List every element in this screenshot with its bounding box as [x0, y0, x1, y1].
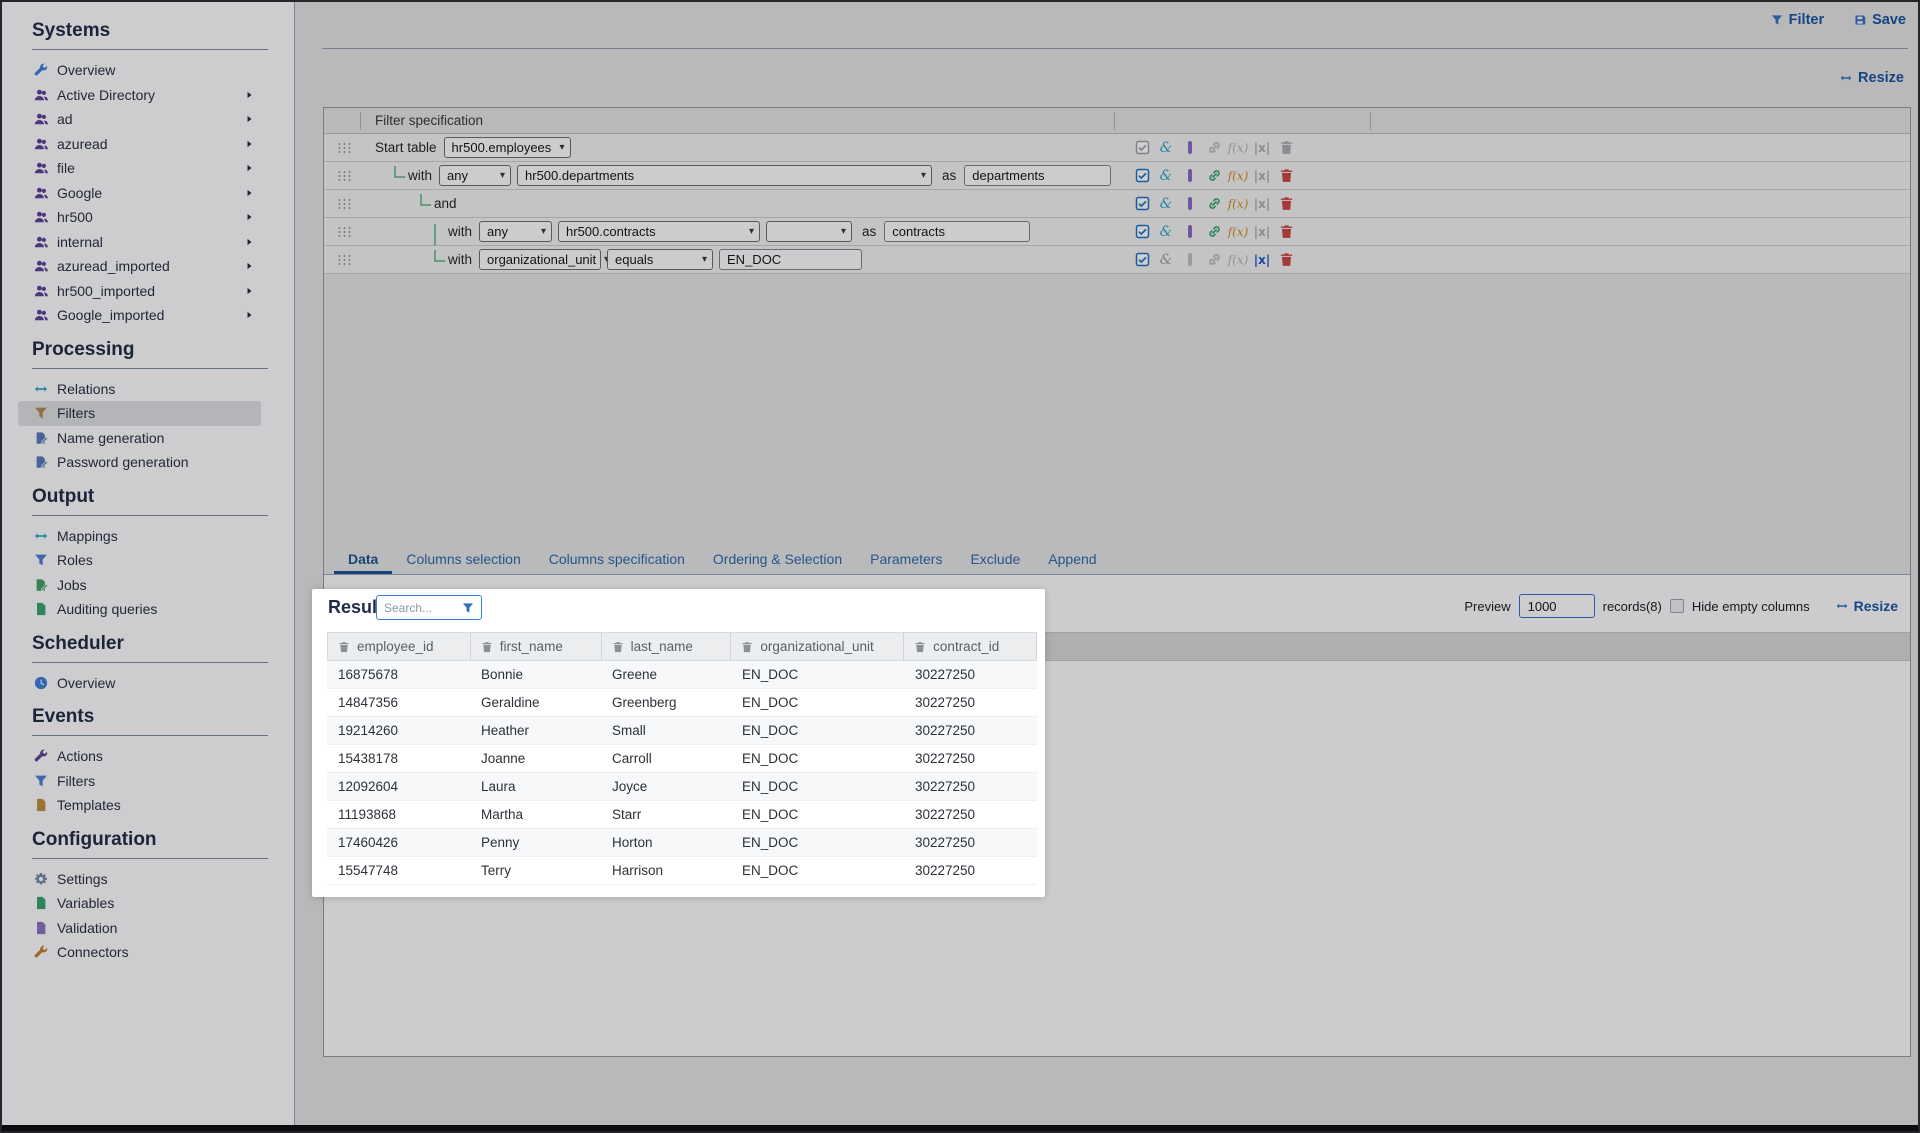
table-cell: 16875678	[327, 667, 470, 682]
table-cell: 30227250	[904, 779, 1037, 794]
result-table: employee_id first_name last_name organizati…	[327, 632, 1037, 885]
table-cell: 30227250	[904, 835, 1037, 850]
table-cell: Martha	[470, 807, 601, 822]
remove-column-icon[interactable]	[481, 641, 493, 653]
search-placeholder: Search...	[384, 601, 432, 615]
remove-column-icon[interactable]	[914, 641, 926, 653]
table-cell: Greene	[601, 667, 731, 682]
table-row[interactable]: 19214260HeatherSmallEN_DOC30227250	[327, 717, 1037, 745]
table-cell: 14847356	[327, 695, 470, 710]
table-cell: 15547748	[327, 863, 470, 878]
result-title: Result	[328, 597, 383, 618]
table-cell: Carroll	[601, 751, 731, 766]
column-header-label: last_name	[631, 639, 693, 654]
column-header-last_name[interactable]: last_name	[602, 633, 732, 660]
table-cell: Small	[601, 723, 731, 738]
result-table-header: employee_id first_name last_name organizati…	[327, 632, 1037, 661]
remove-column-icon[interactable]	[612, 641, 624, 653]
table-cell: Harrison	[601, 863, 731, 878]
table-cell: Joyce	[601, 779, 731, 794]
table-cell: EN_DOC	[731, 835, 904, 850]
search-funnel-icon[interactable]	[462, 602, 474, 614]
table-cell: 30227250	[904, 667, 1037, 682]
table-cell: Geraldine	[470, 695, 601, 710]
result-search-input[interactable]: Search...	[376, 595, 482, 620]
table-row[interactable]: 12092604LauraJoyceEN_DOC30227250	[327, 773, 1037, 801]
column-header-organizational_unit[interactable]: organizational_unit	[731, 633, 904, 660]
column-header-employee_id[interactable]: employee_id	[328, 633, 471, 660]
table-cell: 30227250	[904, 863, 1037, 878]
column-header-label: contract_id	[933, 639, 999, 654]
table-cell: Laura	[470, 779, 601, 794]
table-cell: 30227250	[904, 723, 1037, 738]
table-cell: 19214260	[327, 723, 470, 738]
taskbar-strip	[2, 1125, 1918, 1131]
table-cell: EN_DOC	[731, 807, 904, 822]
table-cell: Joanne	[470, 751, 601, 766]
table-cell: Heather	[470, 723, 601, 738]
table-row[interactable]: 11193868MarthaStarrEN_DOC30227250	[327, 801, 1037, 829]
remove-column-icon[interactable]	[338, 641, 350, 653]
table-cell: EN_DOC	[731, 863, 904, 878]
table-cell: 12092604	[327, 779, 470, 794]
table-cell: EN_DOC	[731, 779, 904, 794]
table-cell: Bonnie	[470, 667, 601, 682]
table-cell: Greenberg	[601, 695, 731, 710]
table-cell: 17460426	[327, 835, 470, 850]
table-row[interactable]: 15547748TerryHarrisonEN_DOC30227250	[327, 857, 1037, 885]
table-cell: 30227250	[904, 751, 1037, 766]
column-header-label: organizational_unit	[760, 639, 873, 654]
app-window: SystemsOverviewActive Directoryadazuread…	[0, 0, 1920, 1133]
table-cell: EN_DOC	[731, 667, 904, 682]
table-cell: EN_DOC	[731, 695, 904, 710]
remove-column-icon[interactable]	[741, 641, 753, 653]
table-cell: 11193868	[327, 807, 470, 822]
table-cell: 30227250	[904, 695, 1037, 710]
table-row[interactable]: 16875678BonnieGreeneEN_DOC30227250	[327, 661, 1037, 689]
table-cell: EN_DOC	[731, 723, 904, 738]
column-header-contract_id[interactable]: contract_id	[904, 633, 1037, 660]
table-cell: Penny	[470, 835, 601, 850]
result-spotlight-card: Result Search... employee_id first_name la…	[312, 589, 1045, 897]
table-row[interactable]: 17460426PennyHortonEN_DOC30227250	[327, 829, 1037, 857]
table-cell: Terry	[470, 863, 601, 878]
table-cell: Horton	[601, 835, 731, 850]
table-cell: Starr	[601, 807, 731, 822]
column-header-first_name[interactable]: first_name	[471, 633, 602, 660]
table-row[interactable]: 14847356GeraldineGreenbergEN_DOC30227250	[327, 689, 1037, 717]
column-header-label: employee_id	[357, 639, 434, 654]
table-cell: EN_DOC	[731, 751, 904, 766]
table-row[interactable]: 15438178JoanneCarrollEN_DOC30227250	[327, 745, 1037, 773]
dim-overlay	[2, 2, 1918, 1131]
table-cell: 15438178	[327, 751, 470, 766]
table-cell: 30227250	[904, 807, 1037, 822]
column-header-label: first_name	[500, 639, 563, 654]
